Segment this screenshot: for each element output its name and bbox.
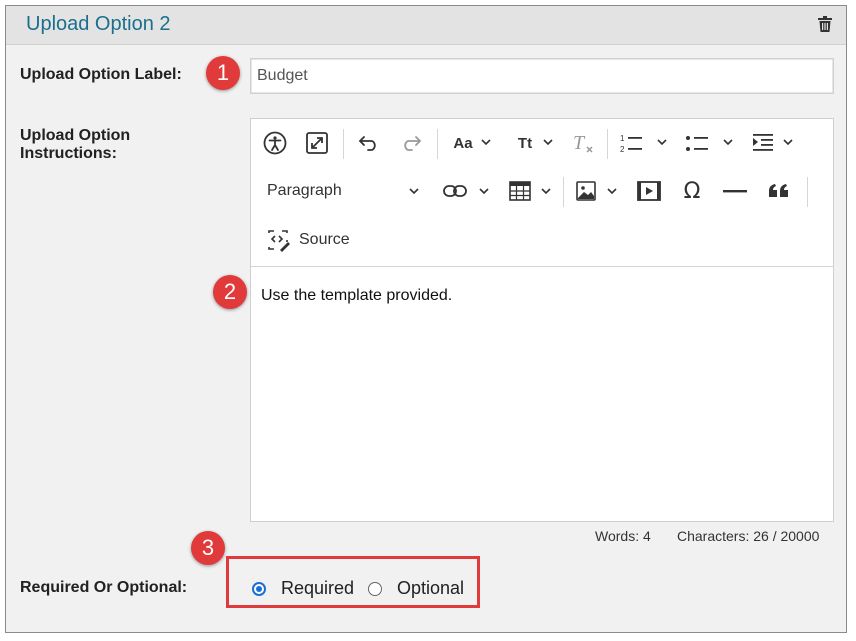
horizontal-line-icon[interactable] xyxy=(721,179,749,203)
table-icon[interactable] xyxy=(507,179,533,203)
source-code-icon[interactable] xyxy=(265,227,291,253)
svg-text:1: 1 xyxy=(620,134,625,143)
toolbar-separator xyxy=(807,177,808,207)
toolbar-separator xyxy=(437,129,438,159)
svg-text:T: T xyxy=(573,132,586,154)
required-optional-label: Required Or Optional: xyxy=(20,579,188,596)
chevron-down-icon[interactable] xyxy=(541,186,551,196)
paragraph-format-dropdown[interactable]: Paragraph xyxy=(267,181,342,201)
editor-toolbar: Aa Tt T 12 Paragraph Ω Source xyxy=(251,119,833,267)
rich-text-editor[interactable]: Aa Tt T 12 Paragraph Ω Source Use the te… xyxy=(250,118,834,522)
chevron-down-icon[interactable] xyxy=(657,137,667,147)
fullscreen-icon[interactable] xyxy=(303,129,331,157)
toolbar-separator xyxy=(343,129,344,159)
upload-option-panel: Upload Option 2 Upload Option Label: Upl… xyxy=(5,5,847,633)
trash-icon[interactable] xyxy=(818,16,832,32)
special-character-icon[interactable]: Ω xyxy=(679,177,705,205)
panel-header: Upload Option 2 xyxy=(6,6,846,45)
chevron-down-icon[interactable] xyxy=(481,137,491,147)
panel-title: Upload Option 2 xyxy=(26,13,171,35)
instructions-label-line1: Upload Option xyxy=(20,127,131,144)
chevron-down-icon[interactable] xyxy=(543,137,553,147)
toolbar-separator xyxy=(563,177,564,207)
toolbar-separator xyxy=(607,129,608,159)
chevron-down-icon[interactable] xyxy=(409,186,419,196)
undo-icon[interactable] xyxy=(355,131,383,155)
numbered-list-icon[interactable]: 12 xyxy=(617,131,645,155)
radio-group-callout-box xyxy=(226,556,480,608)
bulleted-list-icon[interactable] xyxy=(683,131,711,155)
chevron-down-icon[interactable] xyxy=(479,186,489,196)
callout-badge-2: 2 xyxy=(213,275,247,309)
video-icon[interactable] xyxy=(635,179,663,203)
upload-option-label-title: Upload Option Label: xyxy=(20,66,182,83)
blockquote-icon[interactable] xyxy=(765,179,793,203)
source-button-label[interactable]: Source xyxy=(299,230,350,250)
font-size-button[interactable]: Aa xyxy=(449,133,477,153)
text-style-button[interactable]: Tt xyxy=(511,133,539,153)
chevron-down-icon[interactable] xyxy=(607,186,617,196)
chevron-down-icon[interactable] xyxy=(783,137,793,147)
svg-text:2: 2 xyxy=(620,145,625,154)
callout-badge-1: 1 xyxy=(206,56,240,90)
upload-option-label-input[interactable] xyxy=(250,58,834,94)
instructions-label-line2: Instructions: xyxy=(20,145,117,162)
clear-formatting-icon[interactable]: T xyxy=(569,131,597,155)
callout-badge-3: 3 xyxy=(191,531,225,565)
indent-icon[interactable] xyxy=(749,131,777,155)
link-icon[interactable] xyxy=(441,179,469,203)
accessibility-icon[interactable] xyxy=(261,129,289,157)
editor-content[interactable]: Use the template provided. xyxy=(261,287,452,305)
word-count: Words: 4 xyxy=(595,528,651,544)
character-count: Characters: 26 / 20000 xyxy=(677,528,820,544)
chevron-down-icon[interactable] xyxy=(723,137,733,147)
image-icon[interactable] xyxy=(573,179,599,203)
redo-icon[interactable] xyxy=(397,131,425,155)
